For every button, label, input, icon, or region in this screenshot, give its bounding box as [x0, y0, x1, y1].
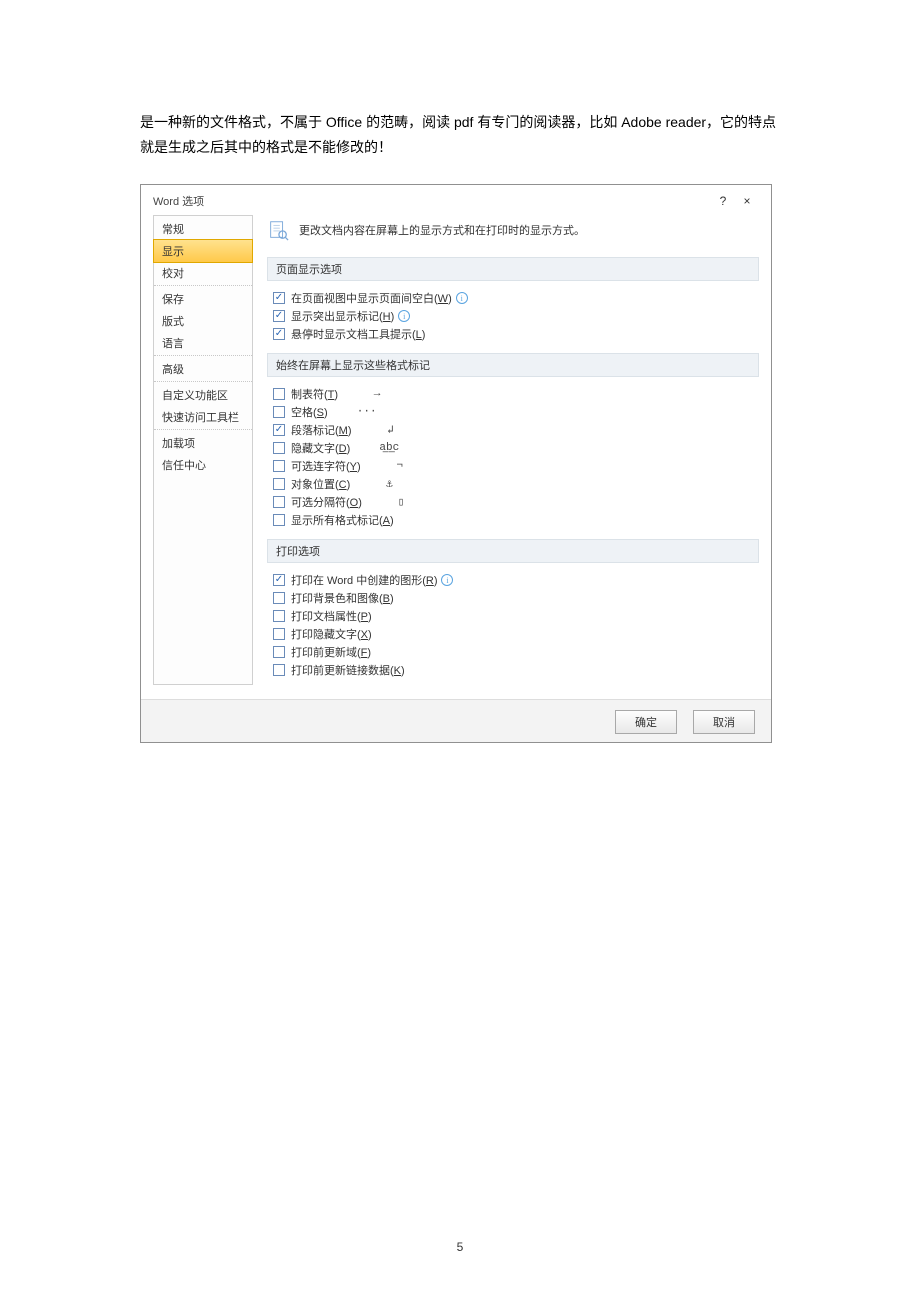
checkbox[interactable]	[273, 460, 285, 472]
nav-item[interactable]: 保存	[154, 288, 252, 310]
nav-item[interactable]: 版式	[154, 310, 252, 332]
option-label: 打印背景色和图像(B)	[291, 590, 394, 606]
options-nav: 常规显示校对保存版式语言高级自定义功能区快速访问工具栏加载项信任中心	[153, 215, 253, 685]
option-row: 打印前更新链接数据(K)	[273, 661, 753, 679]
checkbox[interactable]	[273, 478, 285, 490]
checkbox[interactable]	[273, 406, 285, 418]
info-icon[interactable]: i	[441, 574, 453, 586]
option-label: 在页面视图中显示页面间空白(W)	[291, 290, 452, 306]
option-row: ✓ 悬停时显示文档工具提示(L)	[273, 325, 753, 343]
section-header-print: 打印选项	[267, 539, 759, 563]
option-row: 对象位置(C) ⚓	[273, 475, 753, 493]
option-label: 打印隐藏文字(X)	[291, 626, 372, 642]
nav-item[interactable]: 高级	[154, 358, 252, 382]
checkbox[interactable]: ✓	[273, 574, 285, 586]
nav-item[interactable]: 显示	[153, 239, 253, 263]
word-options-dialog: Word 选项 ? × 常规显示校对保存版式语言高级自定义功能区快速访问工具栏加…	[140, 184, 772, 743]
format-marks-options: 制表符(T) → 空格(S) ··· ✓ 段落标记(M) ↲ 隐藏文字(D) a͟b͟c 可选连字…	[267, 377, 759, 535]
format-symbol: a͟b͟c	[378, 442, 400, 454]
option-label: 制表符(T)	[291, 386, 338, 402]
help-button[interactable]: ?	[711, 194, 735, 208]
option-row: ✓ 显示突出显示标记(H) i	[273, 307, 753, 325]
option-row: 打印文档属性(P)	[273, 607, 753, 625]
format-symbol: →	[366, 388, 388, 400]
option-label: 可选分隔符(O)	[291, 494, 362, 510]
option-row: 制表符(T) →	[273, 385, 753, 403]
info-icon[interactable]: i	[398, 310, 410, 322]
option-row: ✓ 在页面视图中显示页面间空白(W) i	[273, 289, 753, 307]
format-symbol: ⚓	[378, 477, 400, 491]
option-row: 空格(S) ···	[273, 403, 753, 421]
nav-item[interactable]: 快速访问工具栏	[154, 406, 252, 430]
content-description: 更改文档内容在屏幕上的显示方式和在打印时的显示方式。	[299, 222, 585, 238]
nav-item[interactable]: 自定义功能区	[154, 384, 252, 406]
checkbox[interactable]	[273, 442, 285, 454]
option-label: 悬停时显示文档工具提示(L)	[291, 326, 425, 342]
option-label: 隐藏文字(D)	[291, 440, 350, 456]
nav-item[interactable]: 语言	[154, 332, 252, 356]
option-row: 可选分隔符(O) ▯	[273, 493, 753, 511]
checkbox[interactable]	[273, 646, 285, 658]
close-button[interactable]: ×	[735, 194, 759, 208]
checkbox[interactable]	[273, 496, 285, 508]
nav-item[interactable]: 校对	[154, 262, 252, 286]
checkbox[interactable]	[273, 628, 285, 640]
dialog-title: Word 选项	[153, 193, 711, 209]
option-row: 打印隐藏文字(X)	[273, 625, 753, 643]
option-row: 可选连字符(Y) ¬	[273, 457, 753, 475]
page-number: 5	[0, 1240, 920, 1254]
checkbox[interactable]: ✓	[273, 310, 285, 322]
option-label: 显示突出显示标记(H)	[291, 308, 394, 324]
checkbox[interactable]: ✓	[273, 424, 285, 436]
options-content: 更改文档内容在屏幕上的显示方式和在打印时的显示方式。 页面显示选项 ✓ 在页面视图…	[267, 215, 759, 685]
option-label: 打印文档属性(P)	[291, 608, 372, 624]
display-icon	[267, 219, 289, 241]
checkbox[interactable]	[273, 592, 285, 604]
format-symbol: ¬	[389, 460, 411, 472]
format-symbol: ↲	[380, 423, 402, 437]
section-header-format-marks: 始终在屏幕上显示这些格式标记	[267, 353, 759, 377]
print-options: ✓ 打印在 Word 中创建的图形(R) i 打印背景色和图像(B) 打印文档属性(P)…	[267, 563, 759, 685]
checkbox[interactable]	[273, 610, 285, 622]
option-label: 可选连字符(Y)	[291, 458, 361, 474]
checkbox[interactable]	[273, 514, 285, 526]
format-symbol: ···	[356, 406, 378, 418]
option-label: 空格(S)	[291, 404, 328, 420]
page-display-options: ✓ 在页面视图中显示页面间空白(W) i ✓ 显示突出显示标记(H) i ✓ 悬停时显示文档工…	[267, 281, 759, 349]
format-symbol: ▯	[390, 495, 412, 509]
option-label: 显示所有格式标记(A)	[291, 512, 394, 528]
option-label: 打印前更新域(F)	[291, 644, 371, 660]
nav-item[interactable]: 加载项	[154, 432, 252, 454]
dialog-titlebar: Word 选项 ? ×	[141, 185, 771, 215]
option-label: 对象位置(C)	[291, 476, 350, 492]
option-label: 段落标记(M)	[291, 422, 352, 438]
option-row: 显示所有格式标记(A)	[273, 511, 753, 529]
checkbox[interactable]: ✓	[273, 292, 285, 304]
checkbox[interactable]: ✓	[273, 328, 285, 340]
option-row: 隐藏文字(D) a͟b͟c	[273, 439, 753, 457]
option-row: 打印前更新域(F)	[273, 643, 753, 661]
option-row: 打印背景色和图像(B)	[273, 589, 753, 607]
section-header-page-display: 页面显示选项	[267, 257, 759, 281]
ok-button[interactable]: 确定	[615, 710, 677, 734]
option-label: 打印在 Word 中创建的图形(R)	[291, 572, 437, 588]
checkbox[interactable]	[273, 664, 285, 676]
dialog-footer: 确定 取消	[141, 699, 771, 742]
nav-item[interactable]: 常规	[154, 218, 252, 240]
option-label: 打印前更新链接数据(K)	[291, 662, 405, 678]
info-icon[interactable]: i	[456, 292, 468, 304]
nav-item[interactable]: 信任中心	[154, 454, 252, 476]
checkbox[interactable]	[273, 388, 285, 400]
option-row: ✓ 打印在 Word 中创建的图形(R) i	[273, 571, 753, 589]
intro-paragraph: 是一种新的文件格式，不属于 Office 的范畴，阅读 pdf 有专门的阅读器，…	[140, 110, 785, 160]
cancel-button[interactable]: 取消	[693, 710, 755, 734]
option-row: ✓ 段落标记(M) ↲	[273, 421, 753, 439]
